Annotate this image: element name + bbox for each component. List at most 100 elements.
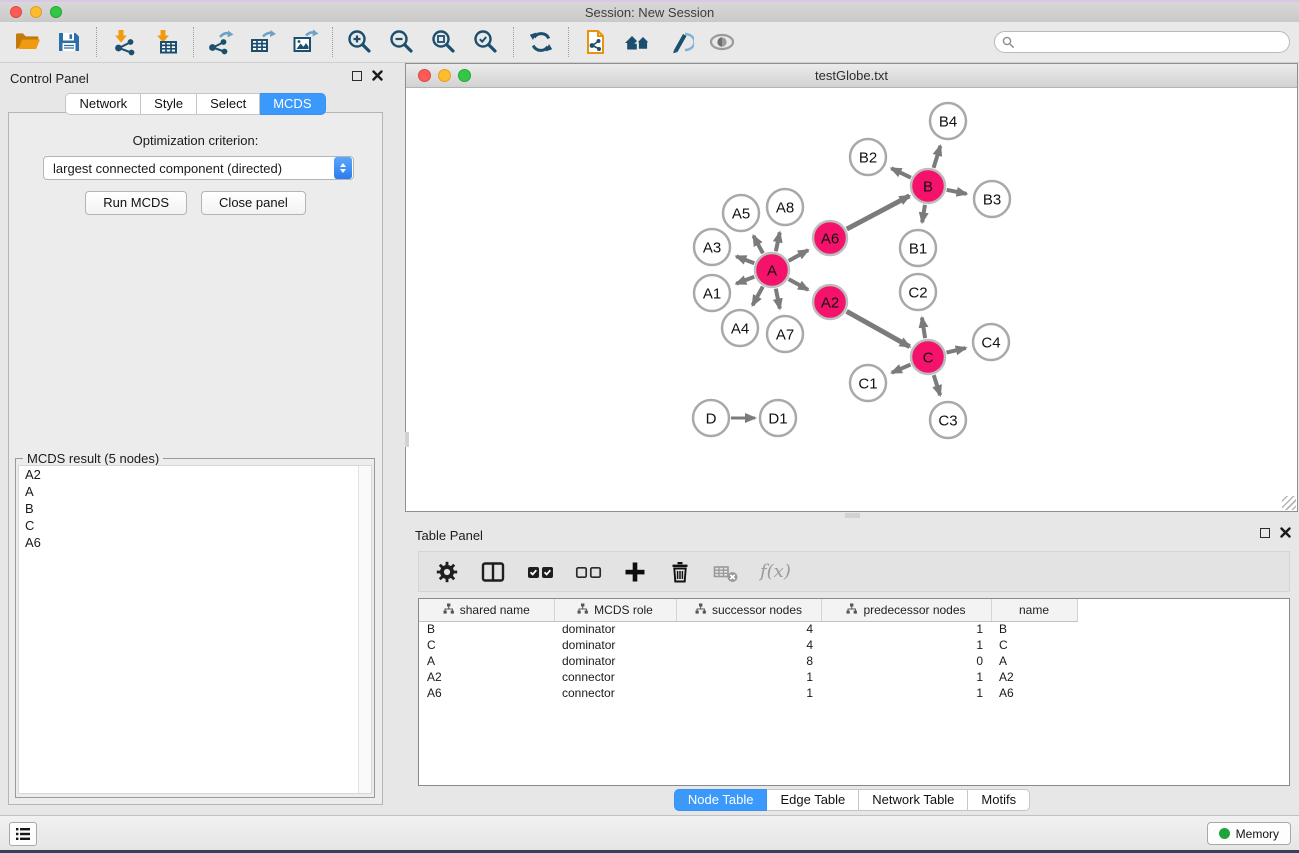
table-tab-motifs[interactable]: Motifs (968, 789, 1030, 811)
node-A5[interactable]: A5 (723, 195, 759, 231)
node-C4[interactable]: C4 (973, 324, 1009, 360)
tab-mcds[interactable]: MCDS (260, 93, 325, 115)
result-item[interactable]: C (19, 517, 371, 534)
edge-B-B4[interactable] (934, 146, 941, 168)
node-C2[interactable]: C2 (900, 274, 936, 310)
column-header-MCDS-role[interactable]: MCDS role (554, 599, 676, 621)
import-network-icon[interactable] (109, 27, 139, 57)
table-settings-icon[interactable] (435, 560, 459, 584)
run-mcds-button[interactable]: Run MCDS (85, 191, 187, 215)
result-scrollbar[interactable] (358, 466, 371, 793)
result-item[interactable]: A6 (19, 534, 371, 551)
edge-A2-C[interactable] (847, 311, 910, 346)
criterion-select[interactable]: largest connected component (directed) (43, 156, 354, 180)
deselect-all-icon[interactable] (575, 560, 602, 584)
edge-C-C3[interactable] (934, 375, 940, 395)
memory-button[interactable]: Memory (1207, 822, 1291, 845)
pane-splitter-tick[interactable] (845, 513, 860, 518)
edge-C-C1[interactable] (892, 365, 911, 373)
clone-network-icon[interactable] (581, 27, 611, 57)
edge-A-A1[interactable] (736, 277, 754, 284)
node-B2[interactable]: B2 (850, 139, 886, 175)
close-panel-button[interactable]: Close panel (201, 191, 306, 215)
close-panel-icon[interactable] (372, 70, 383, 81)
pane-splitter-tick[interactable] (405, 432, 409, 447)
edge-B-B2[interactable] (891, 168, 910, 177)
node-D[interactable]: D (693, 400, 729, 436)
network-window-titlebar[interactable]: testGlobe.txt (406, 64, 1297, 88)
column-header-shared-name[interactable]: shared name (419, 599, 554, 621)
tab-style[interactable]: Style (141, 93, 197, 115)
column-header-predecessor-nodes[interactable]: predecessor nodes (821, 599, 991, 621)
edge-A-A5[interactable] (753, 236, 763, 253)
edge-A-A7[interactable] (776, 289, 780, 309)
node-C[interactable]: C (911, 340, 945, 374)
table-row[interactable]: Cdominator41C (419, 637, 1077, 653)
zoom-fit-icon[interactable] (429, 27, 459, 57)
node-A6[interactable]: A6 (813, 221, 847, 255)
node-A2[interactable]: A2 (813, 285, 847, 319)
first-neighbors-icon[interactable] (623, 27, 653, 57)
table-tab-network-table[interactable]: Network Table (859, 789, 968, 811)
export-image-icon[interactable] (290, 27, 320, 57)
node-C1[interactable]: C1 (850, 365, 886, 401)
node-C3[interactable]: C3 (930, 402, 966, 438)
table-row[interactable]: Bdominator41B (419, 621, 1077, 637)
node-table[interactable]: shared nameMCDS rolesuccessor nodesprede… (418, 598, 1290, 786)
node-A8[interactable]: A8 (767, 189, 803, 225)
close-panel-icon[interactable] (1280, 527, 1291, 538)
delete-column-icon[interactable] (668, 560, 692, 584)
node-A7[interactable]: A7 (767, 316, 803, 352)
node-A[interactable]: A (755, 253, 789, 287)
zoom-out-icon[interactable] (387, 27, 417, 57)
edge-C-C4[interactable] (946, 348, 965, 353)
add-column-icon[interactable] (623, 560, 647, 584)
zoom-in-icon[interactable] (345, 27, 375, 57)
task-history-button[interactable] (9, 822, 37, 846)
delete-table-icon[interactable] (713, 560, 739, 584)
edge-A-A4[interactable] (753, 287, 763, 306)
edge-B-B1[interactable] (922, 205, 925, 223)
result-item[interactable]: B (19, 500, 371, 517)
export-network-icon[interactable] (206, 27, 236, 57)
float-panel-icon[interactable] (352, 71, 362, 81)
column-view-icon[interactable] (480, 560, 506, 584)
open-session-icon[interactable] (12, 27, 42, 57)
table-row[interactable]: Adominator80A (419, 653, 1077, 669)
node-B1[interactable]: B1 (900, 230, 936, 266)
node-A1[interactable]: A1 (694, 275, 730, 311)
graphics-details-icon[interactable] (707, 27, 737, 57)
edge-B-B3[interactable] (947, 190, 967, 194)
import-table-icon[interactable] (151, 27, 181, 57)
function-builder-icon[interactable]: f(x) (760, 561, 791, 582)
zoom-selected-icon[interactable] (471, 27, 501, 57)
tab-select[interactable]: Select (197, 93, 260, 115)
edge-A6-B[interactable] (847, 196, 910, 229)
annotations-icon[interactable] (665, 27, 695, 57)
node-D1[interactable]: D1 (760, 400, 796, 436)
column-header-name[interactable]: name (991, 599, 1077, 621)
column-header-successor-nodes[interactable]: successor nodes (676, 599, 821, 621)
node-A3[interactable]: A3 (694, 229, 730, 265)
node-B4[interactable]: B4 (930, 103, 966, 139)
save-session-icon[interactable] (54, 27, 84, 57)
search-input[interactable] (994, 31, 1290, 53)
export-table-icon[interactable] (248, 27, 278, 57)
float-panel-icon[interactable] (1260, 528, 1270, 538)
node-B[interactable]: B (911, 169, 945, 203)
edge-C-C2[interactable] (922, 318, 925, 339)
refresh-layout-icon[interactable] (526, 27, 556, 57)
edge-A-A6[interactable] (789, 250, 808, 261)
tab-network[interactable]: Network (65, 93, 141, 115)
result-item[interactable]: A2 (19, 466, 371, 483)
network-canvas[interactable]: B4 B2 B B3 A8A5 A6 A3 B1 A A1 C2 A2 A4A7 C4 C C1 C3 D D1 (406, 88, 1297, 511)
resize-grip-icon[interactable] (1282, 496, 1296, 510)
table-row[interactable]: A2connector11A2 (419, 669, 1077, 685)
result-item[interactable]: A (19, 483, 371, 500)
table-tab-edge-table[interactable]: Edge Table (767, 789, 859, 811)
node-B3[interactable]: B3 (974, 181, 1010, 217)
table-row[interactable]: A6connector11A6 (419, 685, 1077, 701)
node-A4[interactable]: A4 (722, 310, 758, 346)
table-tab-node-table[interactable]: Node Table (674, 789, 768, 811)
edge-A-A3[interactable] (736, 256, 754, 263)
